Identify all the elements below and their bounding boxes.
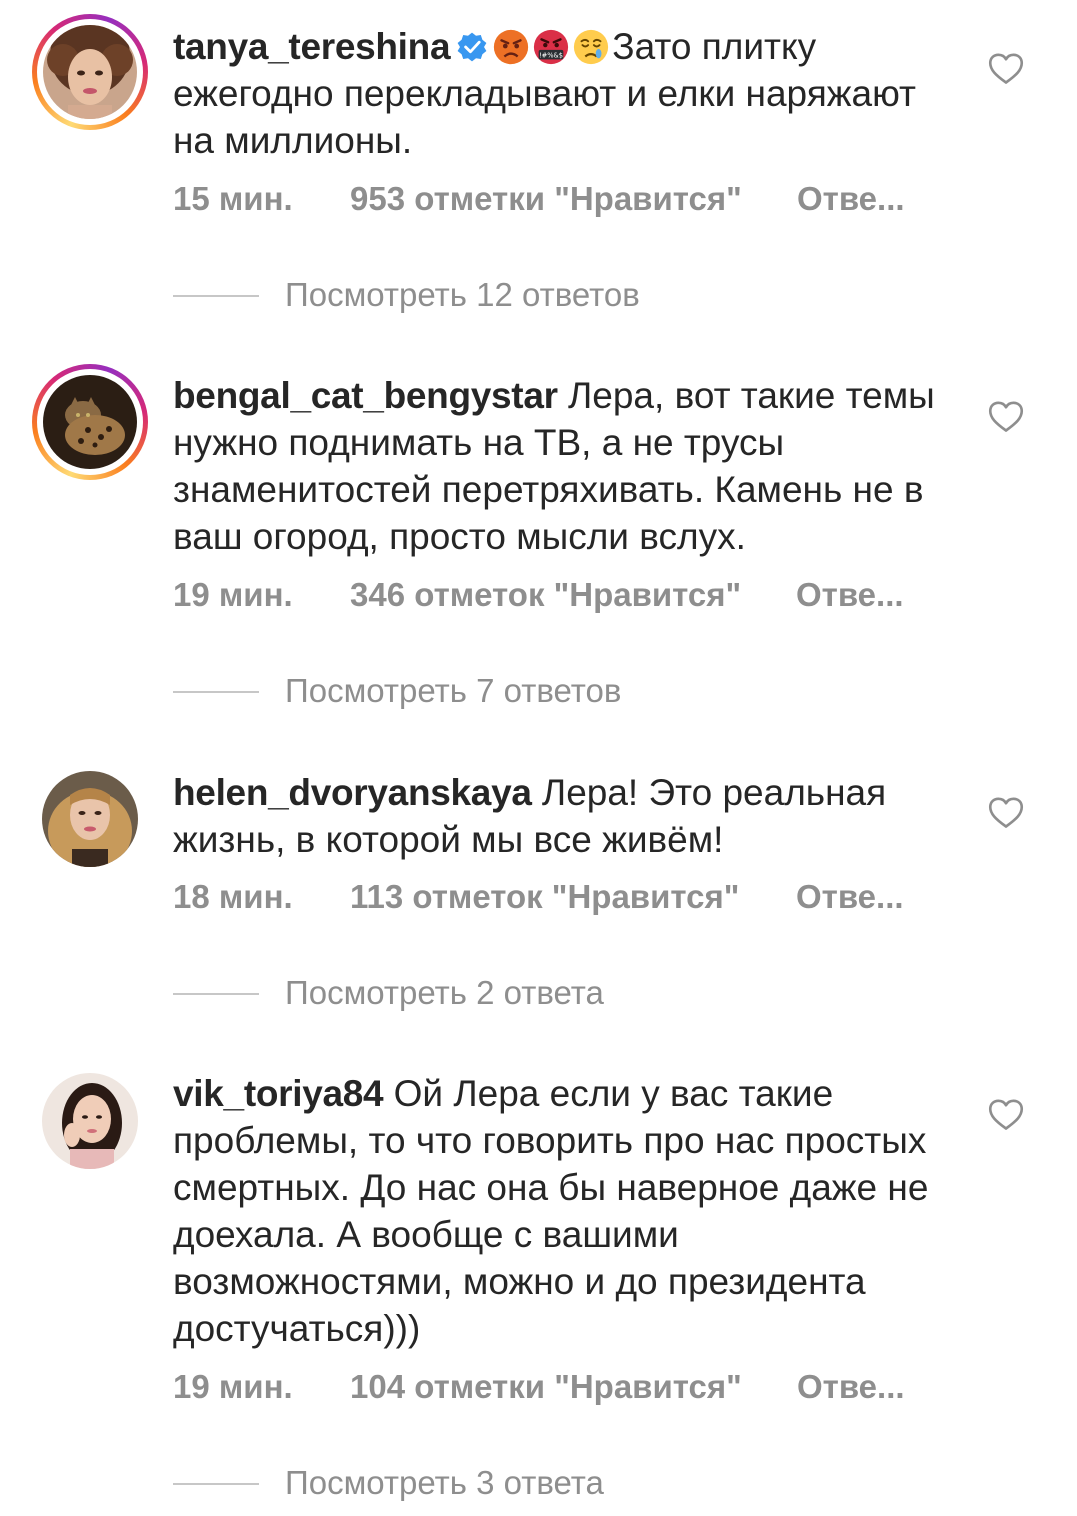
comment-username[interactable]: vik_toriya84 <box>173 1073 384 1114</box>
comment-likes[interactable]: 113 отметок "Нравится" <box>350 878 739 916</box>
face-with-symbols-icon: !#%&$ <box>534 29 569 65</box>
comment-body: vik_toriya84 Ой Лера если у вас такие пр… <box>173 1070 953 1352</box>
crying-face-icon <box>574 29 609 65</box>
comment-likes[interactable]: 104 отметки "Нравится" <box>350 1368 742 1406</box>
verified-badge-icon <box>457 32 487 62</box>
comment-time: 15 мин. <box>173 180 293 217</box>
reply-button[interactable]: Отве... <box>796 576 904 614</box>
comment-username[interactable]: bengal_cat_bengystar <box>173 375 558 416</box>
avatar[interactable] <box>32 14 148 130</box>
heart-outline-icon[interactable] <box>988 400 1024 434</box>
avatar-image <box>42 771 138 867</box>
reply-button[interactable]: Отве... <box>797 180 905 218</box>
view-replies-label: Посмотреть 2 ответа <box>285 974 604 1011</box>
avatar[interactable] <box>32 1063 148 1179</box>
view-replies-label: Посмотреть 3 ответа <box>285 1464 604 1501</box>
avatar-image <box>42 1073 138 1169</box>
comment-time: 18 мин. <box>173 878 293 915</box>
svg-text:!#%&$: !#%&$ <box>539 51 563 59</box>
avatar[interactable] <box>32 364 148 480</box>
heart-outline-icon[interactable] <box>988 1098 1024 1132</box>
comment-time: 19 мин. <box>173 1368 293 1405</box>
divider-line <box>173 993 259 995</box>
comment-username[interactable]: helen_dvoryanskaya <box>173 772 532 813</box>
avatar-image <box>43 375 137 469</box>
view-replies-label: Посмотреть 7 ответов <box>285 672 622 709</box>
reply-button[interactable]: Отве... <box>797 1368 905 1406</box>
angry-face-icon <box>494 29 529 65</box>
divider-line <box>173 1483 259 1485</box>
divider-line <box>173 295 259 297</box>
view-replies-label: Посмотреть 12 ответов <box>285 276 640 313</box>
comment-body: tanya_tereshina !#%&$ Зато плитку ежегодно… <box>173 23 953 164</box>
comment-time: 19 мин. <box>173 576 293 613</box>
reply-button[interactable]: Отве... <box>796 878 904 916</box>
heart-outline-icon[interactable] <box>988 52 1024 86</box>
comment-likes[interactable]: 953 отметки "Нравится" <box>350 180 742 218</box>
comment-body: helen_dvoryanskaya Лера! Это реальная жи… <box>173 769 953 863</box>
comment-username[interactable]: tanya_tereshina <box>173 26 451 67</box>
divider-line <box>173 691 259 693</box>
avatar[interactable] <box>32 761 148 877</box>
comment-body: bengal_cat_bengystar Лера, вот такие тем… <box>173 372 953 560</box>
comment-likes[interactable]: 346 отметок "Нравится" <box>350 576 741 614</box>
avatar-image <box>43 25 137 119</box>
heart-outline-icon[interactable] <box>988 796 1024 830</box>
comment-text: Ой Лера если у вас такие проблемы, то чт… <box>173 1073 929 1349</box>
